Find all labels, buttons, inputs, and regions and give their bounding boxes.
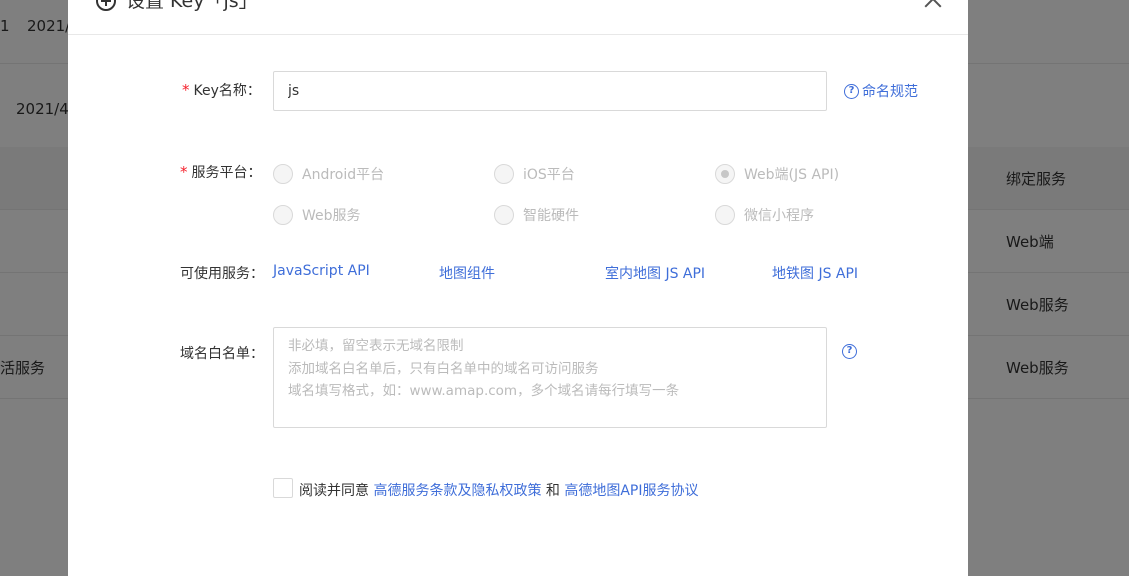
required-mark: * — [182, 81, 190, 99]
radio-label: 微信小程序 — [744, 208, 814, 224]
radio-web-service[interactable]: Web服务 — [273, 205, 361, 225]
radio-ios[interactable]: iOS平台 — [494, 164, 575, 184]
radio-label: 智能硬件 — [523, 208, 579, 224]
key-name-input[interactable] — [273, 71, 827, 111]
required-mark: * — [180, 163, 188, 181]
platform-label-text: 服务平台： — [191, 165, 262, 181]
api-agreement-link[interactable]: 高德地图API服务协议 — [564, 483, 698, 499]
plus-circle-icon — [96, 0, 116, 11]
dialog-title-text: 设置 Key「js」 — [126, 0, 258, 12]
service-link-map-components[interactable]: 地图组件 — [439, 263, 495, 283]
radio-web-js-api[interactable]: Web端(JS API) — [715, 164, 839, 184]
service-link-subway-map[interactable]: 地铁图 JS API — [772, 263, 858, 283]
radio-dot — [494, 164, 514, 184]
question-circle-icon: ? — [844, 83, 859, 99]
whitelist-label: 域名白名单： — [180, 346, 264, 362]
radio-dot — [715, 205, 735, 225]
services-label: 可使用服务： — [180, 266, 264, 282]
close-icon[interactable] — [924, 0, 942, 8]
radio-label: Android平台 — [302, 167, 385, 183]
radio-label: Web端(JS API) — [744, 167, 840, 183]
set-key-dialog: 设置 Key「js」 *Key名称： ? 命名规范 *服务平台： Android… — [68, 0, 968, 576]
question-circle-icon: ? — [842, 344, 857, 359]
agreement-text: 阅读并同意 高德服务条款及隐私权政策 和 高德地图API服务协议 — [299, 480, 699, 500]
radio-smart-hardware[interactable]: 智能硬件 — [494, 205, 579, 225]
agreement-prefix: 阅读并同意 — [299, 483, 374, 499]
service-link-javascript-api[interactable]: JavaScript API — [273, 263, 370, 279]
radio-android[interactable]: Android平台 — [273, 164, 384, 184]
whitelist-help[interactable]: ? — [842, 344, 857, 359]
radio-dot — [273, 164, 293, 184]
domain-whitelist-textarea[interactable] — [273, 327, 827, 428]
dialog-title: 设置 Key「js」 — [96, 0, 258, 14]
agreement-checkbox[interactable] — [273, 478, 293, 498]
radio-label: Web服务 — [302, 208, 361, 224]
dialog-header: 设置 Key「js」 — [68, 0, 968, 35]
naming-rules-link[interactable]: ? 命名规范 — [844, 81, 918, 101]
key-name-label: * Key名称： — [182, 80, 261, 100]
platform-label: * 服务平台： — [180, 162, 262, 182]
radio-wechat-miniprogram[interactable]: 微信小程序 — [715, 205, 814, 225]
radio-dot-checked — [715, 164, 735, 184]
naming-rules-text: 命名规范 — [862, 84, 918, 100]
radio-label: iOS平台 — [523, 167, 575, 183]
radio-dot — [273, 205, 293, 225]
key-name-label-text: Key名称： — [193, 83, 261, 99]
agreement-middle: 和 — [541, 483, 565, 499]
radio-dot — [494, 205, 514, 225]
terms-privacy-link[interactable]: 高德服务条款及隐私权政策 — [373, 483, 541, 499]
service-link-indoor-map[interactable]: 室内地图 JS API — [605, 263, 705, 283]
